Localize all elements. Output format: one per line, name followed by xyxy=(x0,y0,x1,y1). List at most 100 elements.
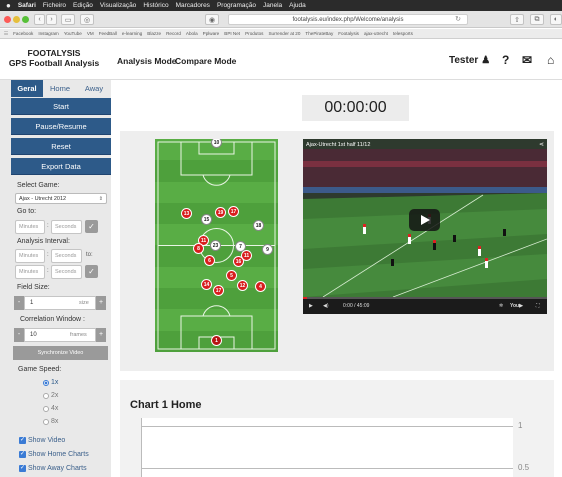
user-menu[interactable]: Tester ♟ xyxy=(449,55,490,66)
bookmark-item[interactable]: Produtos xyxy=(245,31,263,36)
settings-icon[interactable]: ✲ xyxy=(499,303,503,309)
correlation-increment-button[interactable]: + xyxy=(96,328,106,342)
bookmark-item[interactable]: Footalysis xyxy=(338,31,359,36)
menu-item[interactable]: Programação xyxy=(217,2,256,9)
menu-item[interactable]: Janela xyxy=(263,2,282,9)
interval-to-minutes-input[interactable]: Minutes xyxy=(15,265,45,279)
bookmark-item[interactable]: ajax-utrecht xyxy=(364,31,388,36)
extension-icon[interactable]: ◉ xyxy=(205,14,219,25)
player-marker[interactable]: 18 xyxy=(253,220,264,231)
synchronize-video-button[interactable]: Synchronize Video xyxy=(13,346,108,360)
show-home-charts-checkbox[interactable]: ✓ Show Home Charts xyxy=(19,451,89,458)
back-button[interactable]: ‹ xyxy=(34,14,45,25)
start-button[interactable]: Start xyxy=(11,98,111,115)
share-icon[interactable]: ⇧ xyxy=(510,14,524,25)
player-marker[interactable]: 16 xyxy=(233,256,244,267)
bookmark-item[interactable]: Instagram xyxy=(38,31,58,36)
video-player[interactable]: Ajax-Utrecht 1st half 11/12 ⋖ ▶ ◀) 0:00 … xyxy=(303,139,547,314)
tab-home[interactable]: Home xyxy=(43,80,77,97)
youtube-icon[interactable]: You▶ xyxy=(510,303,523,309)
home-icon[interactable]: ⌂ xyxy=(547,53,554,67)
player-marker[interactable]: 17 xyxy=(228,206,239,217)
bookmarks-icon[interactable]: ☷ xyxy=(4,31,8,37)
interval-confirm-button[interactable]: ✓ xyxy=(85,265,98,278)
field-size-decrement-button[interactable]: - xyxy=(14,296,24,310)
play-icon[interactable] xyxy=(409,209,440,231)
help-icon[interactable]: ? xyxy=(502,53,509,67)
select-game-dropdown[interactable]: Ajax - Utrecht 2012 ⇕ xyxy=(15,193,107,204)
fullscreen-icon[interactable]: ⛶ xyxy=(536,303,540,309)
volume-icon[interactable]: ◀) xyxy=(323,303,329,309)
menu-item[interactable]: Ajuda xyxy=(289,2,306,9)
export-data-button[interactable]: Export Data xyxy=(11,158,111,175)
goto-minutes-input[interactable]: Minutes xyxy=(15,220,45,234)
player-marker[interactable]: 13 xyxy=(181,208,192,219)
player-marker[interactable]: 17 xyxy=(213,285,224,296)
player-marker[interactable]: 15 xyxy=(201,214,212,225)
interval-from-minutes-input[interactable]: Minutes xyxy=(15,249,45,263)
brand-logo[interactable]: FOOTALYSIS GPS Football Analysis xyxy=(2,48,106,68)
menu-item[interactable]: Edição xyxy=(73,2,93,9)
reset-button[interactable]: Reset xyxy=(11,138,111,155)
show-video-checkbox[interactable]: ✓ Show Video xyxy=(19,437,65,444)
tabs-icon[interactable]: ⧉ xyxy=(530,14,544,25)
tab-geral[interactable]: Geral xyxy=(11,80,43,97)
player-marker[interactable]: 23 xyxy=(210,240,221,251)
downloads-icon[interactable]: ◐ xyxy=(550,14,562,25)
zoom-window-button[interactable] xyxy=(22,16,29,23)
address-bar[interactable]: footalysis.eu/index.php/Welcome/analysis… xyxy=(228,14,468,25)
apple-icon[interactable]: ● xyxy=(6,1,11,10)
bookmark-item[interactable]: BPI Net xyxy=(224,31,240,36)
mail-icon[interactable]: ✉ xyxy=(522,53,532,67)
bookmark-item[interactable]: ThePirateBay xyxy=(305,31,333,36)
goto-confirm-button[interactable]: ✓ xyxy=(85,220,98,233)
bookmark-item[interactable]: Surrender at 20 xyxy=(268,31,300,36)
goalkeeper-marker[interactable]: 1 xyxy=(211,335,222,346)
reader-icon[interactable]: ◎ xyxy=(80,14,94,25)
correlation-decrement-button[interactable]: - xyxy=(14,328,24,342)
goto-seconds-input[interactable]: Seconds xyxy=(51,220,82,234)
interval-to-seconds-input[interactable]: Seconds xyxy=(51,265,82,279)
speed-radio-8x[interactable]: 8x xyxy=(43,418,58,425)
nav-analysis-mode[interactable]: Analysis Mode xyxy=(117,56,177,66)
bookmark-item[interactable]: Pplware xyxy=(203,31,220,36)
player-marker[interactable]: 9 xyxy=(262,244,273,255)
play-control-icon[interactable]: ▶ xyxy=(309,303,313,309)
player-marker[interactable]: 5 xyxy=(226,270,237,281)
speed-radio-2x[interactable]: 2x xyxy=(43,392,58,399)
menu-item[interactable]: Ficheiro xyxy=(43,2,66,9)
interval-from-seconds-input[interactable]: Seconds xyxy=(51,249,82,263)
field-size-increment-button[interactable]: + xyxy=(96,296,106,310)
bookmark-item[interactable]: telesports xyxy=(393,31,413,36)
minimize-window-button[interactable] xyxy=(13,16,20,23)
menu-item[interactable]: Histórico xyxy=(143,2,168,9)
nav-compare-mode[interactable]: Compare Mode xyxy=(175,56,236,66)
reload-icon[interactable]: ↻ xyxy=(455,15,461,25)
speed-radio-1x[interactable]: 1x xyxy=(43,379,58,386)
bookmark-item[interactable]: Abola xyxy=(186,31,198,36)
app-menu-safari[interactable]: Safari xyxy=(18,2,36,9)
menu-item[interactable]: Visualização xyxy=(100,2,136,9)
bookmark-item[interactable]: VM xyxy=(87,31,94,36)
menu-item[interactable]: Marcadores xyxy=(176,2,210,9)
pause-resume-button[interactable]: Pause/Resume xyxy=(11,118,111,135)
player-marker[interactable]: 8 xyxy=(193,243,204,254)
player-marker[interactable]: 4 xyxy=(255,281,266,292)
bookmark-item[interactable]: YouTube xyxy=(64,31,82,36)
show-away-charts-checkbox[interactable]: ✓ Show Away Charts xyxy=(19,465,87,472)
bookmark-item[interactable]: Record xyxy=(166,31,181,36)
tab-away[interactable]: Away xyxy=(77,80,111,97)
share-icon[interactable]: ⋖ xyxy=(539,141,544,148)
bookmark-item[interactable]: Blazze xyxy=(147,31,161,36)
player-marker[interactable]: 14 xyxy=(201,279,212,290)
sidebar-toggle-icon[interactable]: ▭ xyxy=(61,14,75,25)
bookmark-item[interactable]: FeedBall xyxy=(99,31,117,36)
player-marker[interactable]: 6 xyxy=(204,255,215,266)
player-marker[interactable]: 12 xyxy=(237,280,248,291)
close-window-button[interactable] xyxy=(4,16,11,23)
player-marker[interactable]: 19 xyxy=(215,207,226,218)
bookmark-item[interactable]: e-learning xyxy=(122,31,142,36)
forward-button[interactable]: › xyxy=(46,14,57,25)
bookmark-item[interactable]: Facebook xyxy=(13,31,33,36)
speed-radio-4x[interactable]: 4x xyxy=(43,405,58,412)
